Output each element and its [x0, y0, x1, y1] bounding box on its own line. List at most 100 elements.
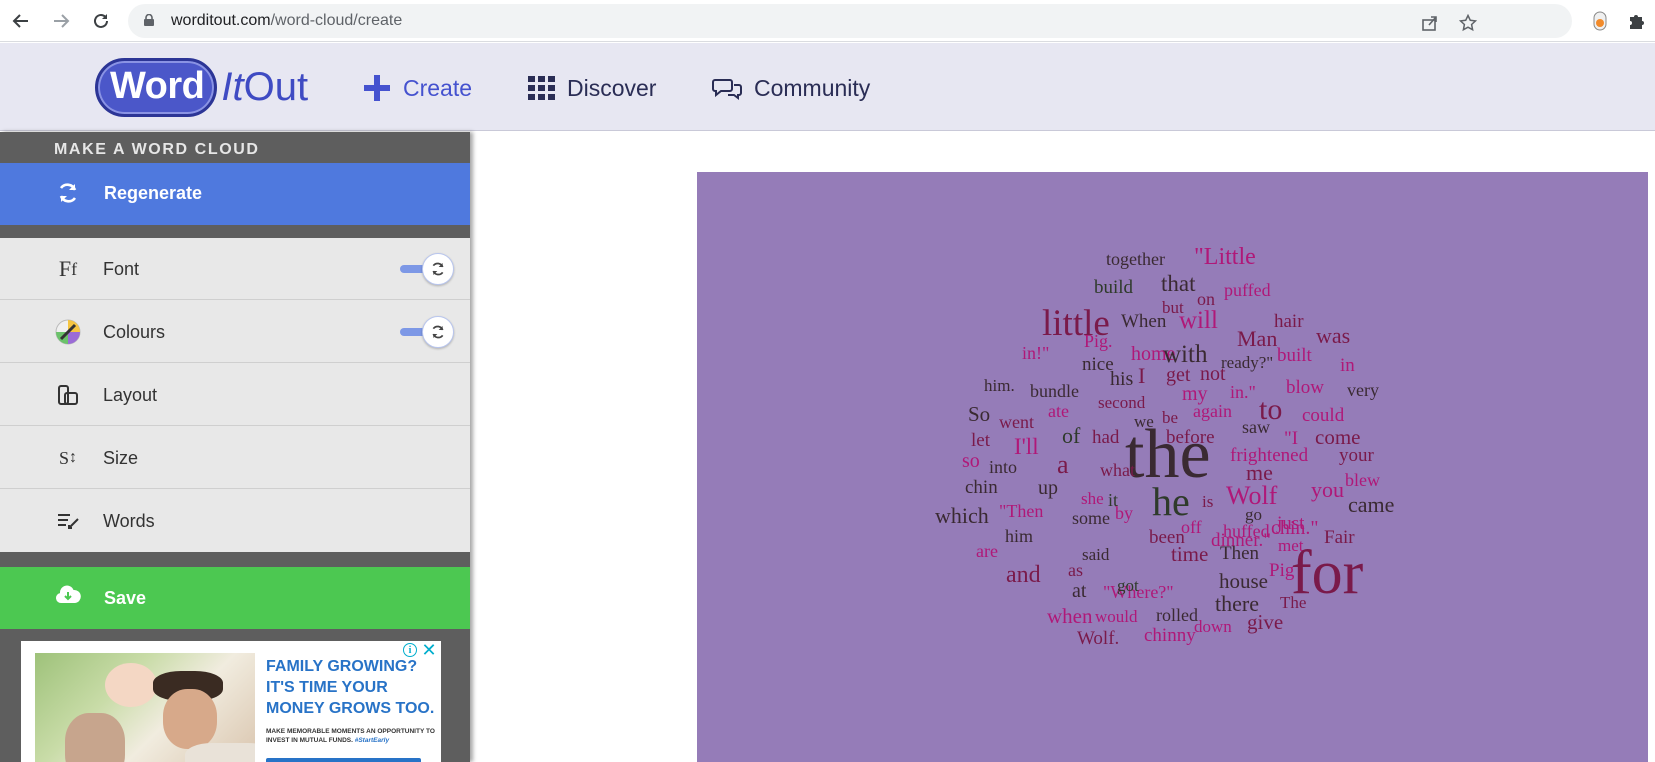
cloud-word: went	[999, 412, 1034, 432]
extension-icon[interactable]	[1590, 11, 1610, 31]
option-words[interactable]: Words	[0, 490, 470, 552]
cloud-word: built	[1277, 345, 1312, 366]
cloud-word: Man	[1237, 326, 1278, 351]
cloud-word: at	[1072, 580, 1087, 602]
cloud-word: some	[1072, 508, 1110, 528]
cloud-word: when	[1047, 604, 1093, 628]
cloud-word: puffed	[1224, 280, 1271, 300]
chat-bubbles-icon	[712, 76, 742, 100]
cloud-word: had	[1092, 427, 1120, 448]
cloud-word: bundle	[1030, 381, 1079, 401]
cloud-word: is	[1202, 492, 1214, 511]
address-bar[interactable]: worditout.com/word-cloud/create	[128, 4, 1572, 38]
cloud-word: by	[1115, 503, 1133, 523]
cloud-word: So	[968, 402, 991, 426]
cloud-word: said	[1082, 545, 1110, 564]
cloud-word: you	[1311, 477, 1344, 502]
cloud-word: very	[1347, 380, 1379, 400]
option-font[interactable]: Ff Font	[0, 238, 470, 300]
nav-discover[interactable]: Discover	[528, 68, 656, 108]
option-size[interactable]: S ↕ Size	[0, 427, 470, 489]
save-button[interactable]: Save	[0, 567, 470, 629]
ad-close-icon[interactable]: ✕	[421, 641, 437, 659]
advertisement[interactable]: FAMILY GROWING? IT'S TIME YOUR MONEY GRO…	[21, 641, 441, 762]
cloud-word: was	[1316, 323, 1351, 348]
options-panel: Ff Font Colours Layout S ↕ Size Words	[0, 238, 470, 552]
puzzle-icon[interactable]	[1627, 11, 1647, 31]
cloud-word: will	[1179, 307, 1218, 334]
lock-icon[interactable]	[144, 14, 154, 26]
nav-discover-label: Discover	[567, 74, 657, 101]
option-colours[interactable]: Colours	[0, 301, 470, 363]
url-host: worditout.com	[171, 12, 271, 29]
cloud-word: as	[1068, 560, 1083, 580]
ad-small-text: MAKE MEMORABLE MOMENTS AN OPPORTUNITY TO…	[266, 728, 435, 744]
cloud-word: get	[1166, 364, 1191, 386]
cloud-word: Wolf.	[1077, 628, 1120, 649]
cloud-word: in	[1340, 355, 1355, 376]
ad-info-icon[interactable]: i	[403, 643, 417, 657]
back-arrow-icon[interactable]	[6, 6, 36, 36]
cloud-word: his	[1110, 368, 1134, 390]
cloud-word: she	[1081, 489, 1104, 508]
url-text[interactable]: worditout.com/word-cloud/create	[171, 12, 402, 30]
cloud-word: blew	[1345, 470, 1380, 490]
cloud-word: in."	[1230, 382, 1256, 402]
cloud-word: ate	[1048, 401, 1069, 421]
nav-create[interactable]: Create	[363, 68, 472, 108]
regenerate-button[interactable]: Regenerate	[0, 163, 470, 225]
site-header: Word ItOut Create Discover Community	[0, 43, 1655, 131]
cloud-word: he	[1152, 479, 1190, 524]
cloud-word: ready?"	[1221, 353, 1274, 372]
cloud-word: came	[1348, 492, 1395, 517]
url-path: /word-cloud/create	[270, 12, 403, 29]
option-layout[interactable]: Layout	[0, 364, 470, 426]
option-layout-label: Layout	[103, 385, 158, 405]
browser-toolbar: worditout.com/word-cloud/create	[0, 0, 1655, 42]
cloud-word: Pig.	[1084, 331, 1113, 351]
nav-community-label: Community	[754, 74, 871, 101]
cloud-word: "Little	[1194, 244, 1256, 270]
worditout-logo[interactable]: Word ItOut	[95, 55, 308, 119]
words-icon	[55, 508, 81, 534]
cloud-word: down	[1194, 617, 1232, 636]
size-icon: S ↕	[58, 447, 77, 468]
nav-create-label: Create	[403, 74, 473, 101]
colours-toggle[interactable]	[398, 316, 454, 348]
toggle-refresh-icon	[422, 253, 454, 285]
cloud-word: saw	[1242, 417, 1270, 437]
word-cloud-canvas[interactable]: together "Little build that on puffed but littl…	[697, 172, 1648, 762]
grid-icon	[528, 76, 555, 100]
option-colours-label: Colours	[103, 322, 166, 342]
cloud-word: I'll	[1014, 434, 1039, 459]
toggle-refresh-icon	[422, 316, 454, 348]
ad-headline: FAMILY GROWING? IT'S TIME YOUR MONEY GRO…	[266, 658, 435, 717]
cloud-word: I	[1138, 363, 1146, 388]
cloud-word: build	[1094, 277, 1134, 298]
refresh-icon	[56, 181, 80, 210]
logo-word: Word	[95, 57, 218, 117]
regenerate-label: Regenerate	[104, 183, 203, 203]
reload-icon[interactable]	[86, 6, 116, 36]
ad-cta-button[interactable]	[266, 758, 421, 762]
cloud-word: give	[1247, 610, 1284, 634]
star-icon[interactable]	[1458, 13, 1478, 33]
cloud-word: into	[989, 457, 1018, 477]
option-words-label: Words	[103, 511, 155, 531]
share-icon[interactable]	[1420, 13, 1440, 33]
cloud-word: house	[1219, 569, 1268, 593]
cloud-word: are	[976, 541, 998, 561]
cloud-word: of	[1062, 423, 1081, 448]
ad-family-photo	[35, 653, 255, 762]
layout-icon	[55, 382, 81, 408]
cloud-word: not	[1200, 363, 1226, 385]
cloud-word: blow	[1286, 377, 1324, 398]
font-toggle[interactable]	[398, 253, 454, 285]
forward-arrow-icon[interactable]	[46, 6, 76, 36]
nav-community[interactable]: Community	[712, 68, 870, 108]
cloud-word: on	[1197, 289, 1215, 309]
cloud-word: could	[1302, 405, 1345, 426]
cloud-word: second	[1098, 393, 1146, 412]
plus-icon	[363, 74, 391, 102]
cloud-word: "Then	[999, 501, 1044, 521]
